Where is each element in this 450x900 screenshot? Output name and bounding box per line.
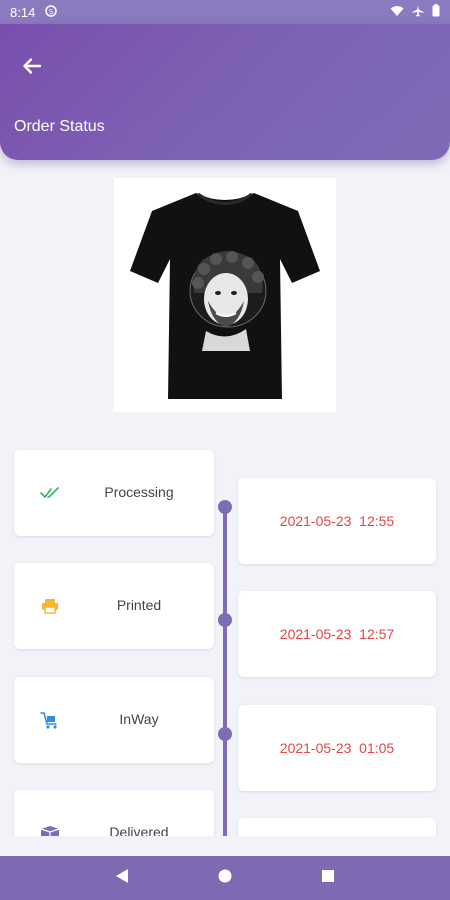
date-card: 2021-05-23 01:05 (238, 705, 436, 791)
airplane-mode-icon (412, 5, 424, 20)
wifi-icon (390, 5, 404, 20)
status-card-inway: InWay (14, 677, 214, 763)
status-label: Delivered (109, 824, 169, 836)
tshirt-image (130, 192, 320, 399)
package-icon (40, 823, 60, 836)
page-title: Order Status (14, 118, 105, 135)
double-check-icon (40, 483, 60, 503)
status-label: InWay (119, 711, 159, 727)
triangle-back-icon (115, 868, 129, 889)
battery-icon (432, 4, 440, 20)
timeline-dot (218, 500, 232, 514)
timeline-dot (218, 727, 232, 741)
status-card-processing: Processing (14, 450, 214, 536)
nav-back-button[interactable] (106, 862, 138, 894)
clock: 8:14 (10, 4, 36, 20)
date-card (238, 818, 436, 836)
status-label: Printed (116, 597, 162, 613)
sync-icon: S (45, 4, 58, 20)
product-image (114, 178, 336, 412)
arrow-left-icon (22, 56, 42, 81)
app-bar: Order Status (0, 24, 450, 160)
circle-home-icon (217, 868, 233, 889)
svg-text:S: S (49, 8, 54, 16)
nav-recents-button[interactable] (312, 862, 344, 894)
system-nav-bar (0, 856, 450, 900)
printer-icon (40, 596, 60, 616)
nav-home-button[interactable] (209, 862, 241, 894)
square-recents-icon (321, 869, 335, 888)
status-label: Processing (104, 484, 174, 500)
order-timeline: Processing 2021-05-23 12:55 Printed 2021… (0, 430, 450, 836)
back-button[interactable] (16, 52, 48, 84)
date-card: 2021-05-23 12:55 (238, 478, 436, 564)
delivery-cart-icon (40, 710, 60, 730)
status-bar: 8:14 S (0, 0, 450, 24)
date-card: 2021-05-23 12:57 (238, 591, 436, 677)
status-card-delivered: Delivered (14, 790, 214, 836)
status-card-printed: Printed (14, 563, 214, 649)
timeline-dot (218, 613, 232, 627)
timeline-line (223, 506, 227, 836)
